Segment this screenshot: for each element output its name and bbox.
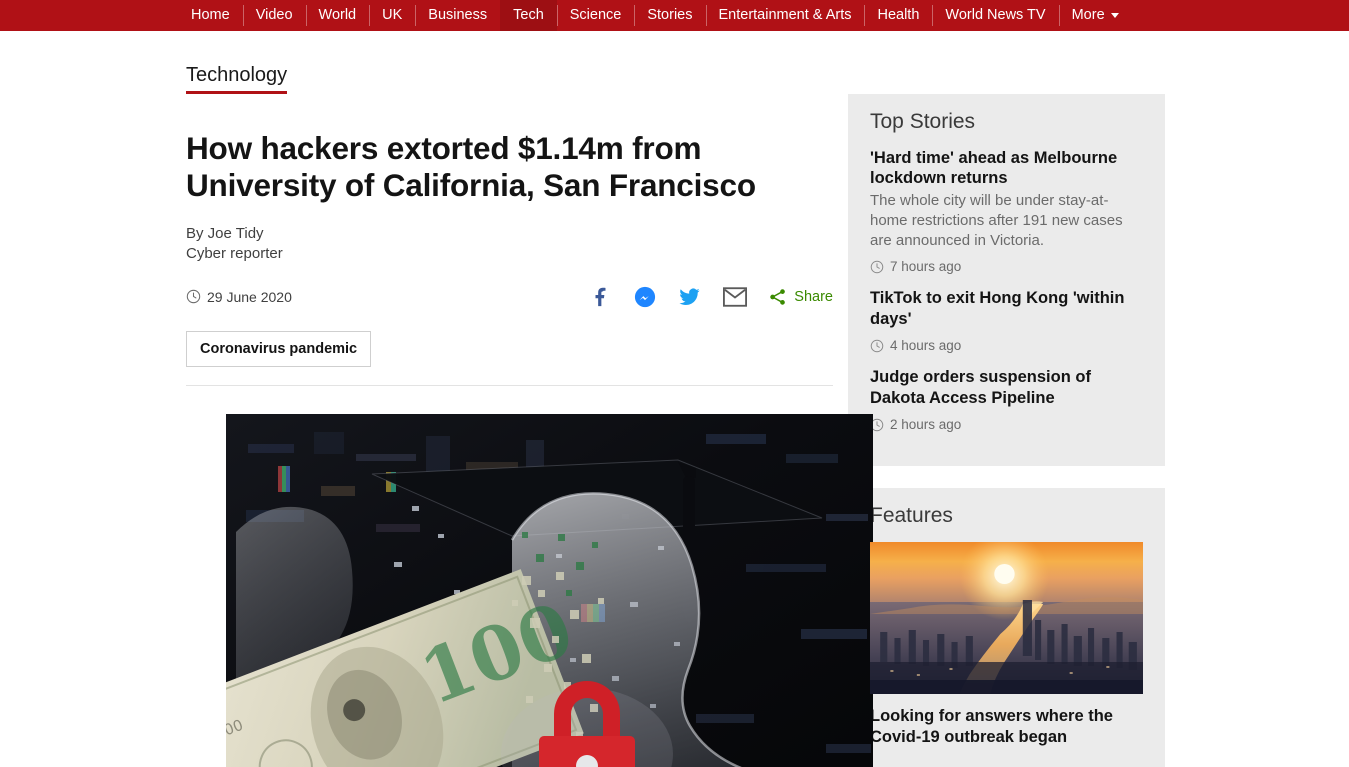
clock-icon: [870, 339, 884, 352]
nav-item-label: More: [1071, 7, 1105, 24]
story-headline[interactable]: 'Hard time' ahead as Melbourne lockdown …: [870, 148, 1143, 189]
nav-item-video[interactable]: Video: [242, 0, 306, 31]
section-link-technology[interactable]: Technology: [186, 64, 288, 94]
features-title: Features: [870, 504, 953, 528]
share-twitter-icon[interactable]: [678, 286, 701, 308]
nav-item-label: Entertainment & Arts: [718, 7, 852, 24]
nav-item-label: Tech: [513, 7, 544, 24]
story-timestamp: 2 hours ago: [870, 417, 1143, 432]
share-row: Share: [590, 286, 833, 308]
nav-item-label: World News TV: [945, 7, 1046, 24]
story-headline[interactable]: TikTok to exit Hong Kong 'within days': [870, 288, 1143, 329]
primary-navigation: Home Video World UK Business Tech Scienc…: [0, 0, 1349, 40]
top-stories-title: Top Stories: [870, 110, 976, 133]
active-tab-indicator: [500, 31, 557, 40]
article-image: C99318 B 100 100: [226, 413, 873, 767]
list-item: Judge orders suspension of Dakota Access…: [870, 367, 1143, 446]
nav-item-label: Health: [877, 7, 920, 24]
sidebar-column: Top Stories 'Hard time' ahead as Melbour…: [848, 94, 1165, 767]
nav-item-science[interactable]: Science: [556, 0, 635, 31]
byline-role: Cyber reporter: [186, 244, 283, 262]
nav-item-label: Home: [191, 7, 230, 24]
content-columns: How hackers extorted $1.14m from Univers…: [186, 94, 1349, 767]
nav-item-label: Video: [255, 7, 293, 24]
features-panel: Features Looking for answers where the C…: [848, 488, 1165, 767]
nav-item-more[interactable]: More: [1058, 0, 1132, 31]
content-divider: [186, 384, 833, 386]
nav-item-world-news-tv[interactable]: World News TV: [932, 0, 1058, 31]
nav-item-label: World: [318, 7, 357, 24]
nav-item-health[interactable]: Health: [864, 0, 932, 31]
story-time-label: 2 hours ago: [890, 417, 962, 433]
story-time-label: 4 hours ago: [890, 338, 962, 354]
story-headline[interactable]: Judge orders suspension of Dakota Access…: [870, 367, 1143, 408]
nav-item-label: Science: [569, 7, 622, 24]
story-time-label: 7 hours ago: [890, 259, 962, 275]
article-date: 29 June 2020: [207, 288, 292, 305]
nav-item-label: Stories: [647, 7, 693, 24]
nav-item-uk[interactable]: UK: [369, 0, 415, 31]
article-timestamp: 29 June 2020: [186, 289, 292, 305]
nav-item-stories[interactable]: Stories: [634, 0, 705, 31]
story-timestamp: 7 hours ago: [870, 259, 1143, 274]
clock-icon: [186, 289, 201, 304]
share-button[interactable]: Share: [769, 288, 833, 306]
nav-item-home[interactable]: Home: [178, 0, 243, 31]
top-stories-panel: Top Stories 'Hard time' ahead as Melbour…: [848, 94, 1165, 467]
byline: By Joe Tidy Cyber reporter: [186, 225, 833, 263]
feature-headline[interactable]: Looking for answers where the Covid-19 o…: [870, 706, 1143, 748]
feature-image[interactable]: [870, 542, 1143, 695]
article-figure: C99318 B 100 100: [226, 413, 873, 767]
share-label: Share: [794, 288, 833, 305]
nav-item-entertainment-and-arts[interactable]: Entertainment & Arts: [705, 0, 865, 31]
share-nodes-icon: [770, 288, 786, 305]
nav-item-world[interactable]: World: [305, 0, 370, 31]
article-meta-row: 29 June 2020 Share: [186, 283, 833, 311]
share-facebook-icon[interactable]: [590, 286, 612, 308]
topic-tag-coronavirus-pandemic[interactable]: Coronavirus pandemic: [186, 330, 372, 367]
list-item: TikTok to exit Hong Kong 'within days' 4…: [870, 288, 1143, 367]
share-messenger-icon[interactable]: [634, 286, 656, 308]
clock-icon: [870, 260, 884, 274]
article-column: How hackers extorted $1.14m from Univers…: [186, 94, 873, 767]
story-timestamp: 4 hours ago: [870, 338, 1143, 353]
chevron-down-icon: [1110, 13, 1119, 18]
story-summary: The whole city will be under stay-at-hom…: [870, 191, 1123, 249]
nav-item-label: UK: [382, 7, 403, 24]
nav-item-label: Business: [428, 7, 488, 24]
list-item: 'Hard time' ahead as Melbourne lockdown …: [870, 148, 1143, 288]
nav-item-tech[interactable]: Tech: [500, 0, 557, 40]
nav-item-business[interactable]: Business: [415, 0, 500, 31]
page-title: How hackers extorted $1.14m from Univers…: [186, 130, 756, 203]
page-body: Technology How hackers extorted $1.14m f…: [0, 31, 1349, 767]
byline-author: By Joe Tidy: [186, 224, 264, 242]
share-email-icon[interactable]: [723, 286, 748, 307]
